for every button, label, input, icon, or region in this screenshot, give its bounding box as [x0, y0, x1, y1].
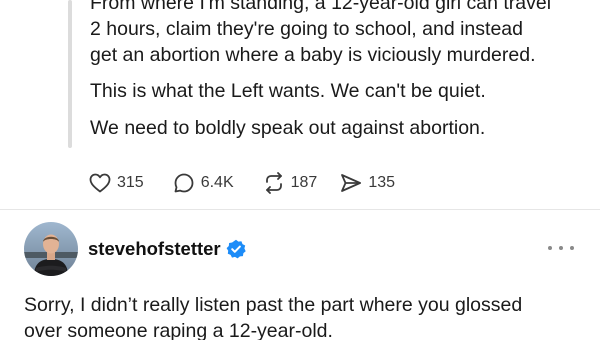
repost-button[interactable]: 187	[262, 171, 318, 195]
post-line: From where I'm standing, a 12-year-old g…	[90, 0, 552, 14]
avatar[interactable]	[24, 222, 78, 276]
thread-line	[68, 0, 72, 148]
like-button[interactable]: 315	[88, 171, 144, 195]
post-divider	[0, 209, 600, 210]
post-line: This is what the Left wants. We can't be…	[90, 80, 486, 102]
share-count: 135	[368, 174, 396, 191]
comment-button[interactable]: 6.4K	[172, 171, 234, 195]
heart-icon	[89, 173, 111, 193]
share-icon	[341, 174, 362, 192]
quoted-post[interactable]: From where I'm standing, a 12-year-old g…	[0, 0, 600, 210]
avatar-image	[24, 222, 78, 276]
post-line: We need to boldly speak out against abor…	[90, 117, 486, 139]
more-options-button[interactable]	[548, 240, 574, 256]
share-button[interactable]: 135	[339, 171, 395, 195]
post-line: get an abortion where a baby is viciousl…	[90, 44, 536, 66]
post-actions: 315 6.4K 187 135	[88, 170, 395, 196]
more-icon	[548, 246, 552, 250]
quoted-post-text: From where I'm standing, a 12-year-old g…	[90, 0, 590, 141]
more-icon-dot	[559, 246, 563, 250]
repost-count: 187	[290, 174, 318, 191]
repost-icon	[265, 172, 282, 194]
reply-post-text: Sorry, I didn’t really listen past the p…	[24, 292, 594, 340]
more-icon-dot	[570, 246, 574, 250]
thread-view: From where I'm standing, a 12-year-old g…	[0, 0, 600, 340]
username[interactable]: stevehofstetter	[88, 238, 221, 260]
like-count: 315	[117, 174, 144, 191]
post-line: over someone raping a 12-year-old.	[24, 320, 333, 340]
comment-count: 6.4K	[200, 174, 234, 191]
post-line: Sorry, I didn’t really listen past the p…	[24, 294, 523, 316]
comment-icon	[174, 173, 194, 193]
verified-icon	[226, 239, 246, 259]
post-line: 2 hours, claim they're going to school, …	[90, 18, 523, 40]
reply-author[interactable]: stevehofstetter	[88, 238, 246, 260]
